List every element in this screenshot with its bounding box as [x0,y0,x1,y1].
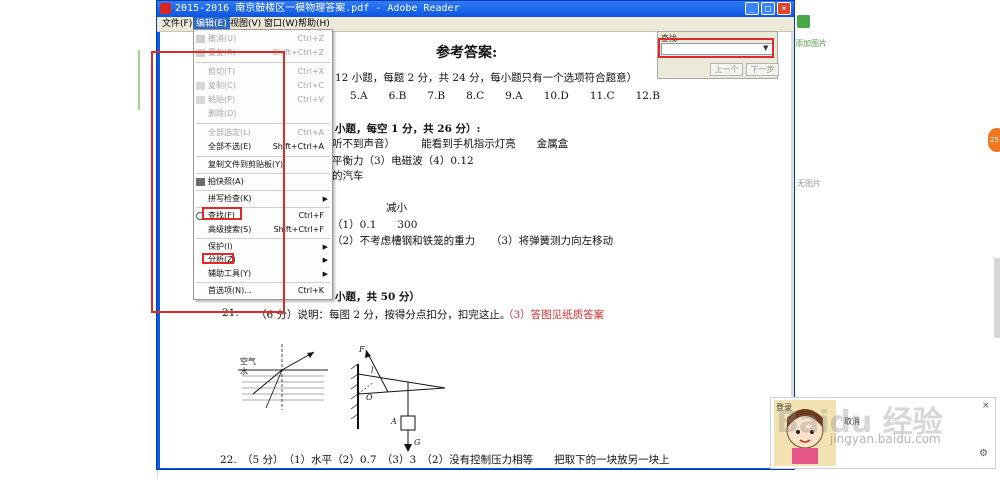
gear-icon[interactable]: ⚙ [979,448,988,459]
fig1-water-label: 水 [240,367,248,376]
close-button[interactable]: × [777,2,791,15]
annotation-box-find [658,38,774,58]
doc-line-6: 的汽车 [332,170,364,182]
annotation-box-menu [151,51,285,313]
adobe-reader-icon [160,3,171,14]
find-previous-button[interactable]: 上一个 [710,63,743,76]
background-left [0,0,158,479]
doc-line-7: 减小 [386,202,407,214]
chevron-right-icon: ▶ [322,256,328,264]
annotation-box-analyze-item [202,253,234,264]
window-title: 2015-2016 南京鼓楼区一模物理答案.pdf - Adobe Reader [175,3,460,14]
fig2-arm-label: l [371,366,374,375]
fig2-force-label: F [359,345,365,354]
refraction-figure [238,344,328,410]
green-accent-line [138,50,140,110]
lever-figure [350,349,446,452]
doc-line-5: 平衡力（3）电磁波（4）0.12 [332,155,474,167]
doc-heading: 参考答案: [436,45,498,61]
q22-line: 22. （5 分） （1）水平（2）0.7 （3）3 （2）没有控制压力相等 把… [220,454,670,466]
undo-icon [196,35,205,43]
find-next-button[interactable]: 下一步 [746,63,779,76]
baidu-watermark-url: jingyan.baidu.com [830,432,941,446]
minimize-button[interactable]: _ [745,2,759,15]
chevron-right-icon: ▶ [322,195,328,203]
orange-side-button[interactable]: 25 [988,128,1000,152]
doc-line-2: 5.A 6.B 7.B 8.C 9.A 10.D 11.C 12.B [350,90,660,102]
doc-line-10: 小题，共 50 分） [335,291,420,303]
fig2-g-label: G [414,438,421,447]
chevron-right-icon: ▶ [322,243,328,251]
fig2-a-label: A [391,417,397,426]
no-picture-label: 无图片 [797,179,821,188]
page-scrollbar[interactable] [994,258,1000,338]
doc-line-4: 听不到声音） 能看到手机指示灯亮 金属盒 [332,138,569,150]
add-picture-icon[interactable] [797,15,810,28]
menu-undo[interactable]: 撤消(U) Ctrl+Z [194,32,332,46]
add-picture-label[interactable]: 添加图片 [795,38,827,49]
doc-line-9: （2）不考虑槽钢和铁笼的重力 （3）将弹簧测力向左移动 [332,235,614,247]
q21-text: （6 分）说明：每图 2 分，按得分点扣分，扣完这止。 [256,309,511,321]
close-icon[interactable]: × [982,401,990,411]
doc-line-1: 12 小题，每题 2 分，共 24 分，每小题只有一个选项符合题意） [335,72,638,84]
title-bar[interactable]: 2015-2016 南京鼓楼区一模物理答案.pdf - Adobe Reader… [157,1,794,17]
menu-file[interactable]: 文件(F) [159,17,195,31]
doc-line-3: 小题，每空 1 分，共 26 分）: [335,123,481,135]
maximize-button[interactable]: □ [761,2,775,15]
annotation-box-find-item [202,207,242,220]
chevron-right-icon: ▶ [322,270,328,278]
doc-line-8: （1）0.1 300 [332,219,418,231]
fig2-pivot-label: O [366,393,373,402]
q21-red-note: （3）答图见纸质答案 [503,309,605,321]
